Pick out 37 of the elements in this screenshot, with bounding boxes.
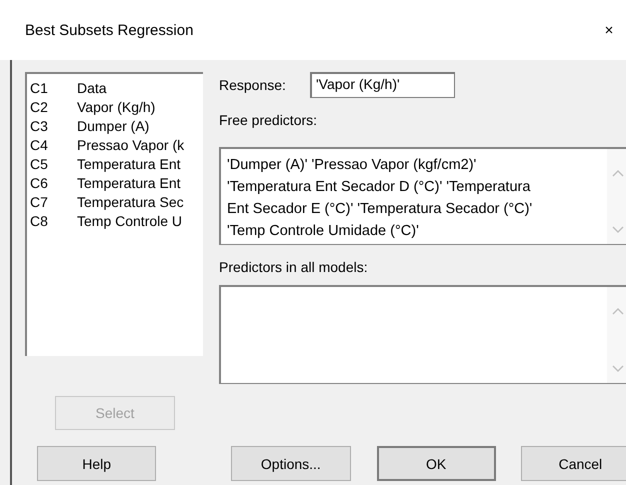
predictor-text-line: Ent Secador E (°C)' 'Temperatura Secador (°C)' <box>227 200 534 219</box>
cancel-button[interactable]: Cancel <box>520 446 626 481</box>
response-field[interactable]: 'Vapor (Kg/h)' <box>310 72 455 98</box>
column-id: C6 <box>30 174 49 190</box>
column-name: Temperatura Ent <box>77 174 180 190</box>
close-icon[interactable]: × <box>594 22 624 38</box>
column-id: C8 <box>30 212 49 228</box>
column-id: C1 <box>30 80 49 96</box>
help-button[interactable]: Help <box>37 446 156 481</box>
predictors-field[interactable] <box>219 285 626 384</box>
column-name: Temp Controle U <box>77 212 182 228</box>
column-list[interactable]: C1 Data C2 Vapor (Kg/h) C3 Dumper (A) C4 Pressao Vapor (k C5 Temperatura Ent C6 Temperatura Ent C7 Temperatura Sec C8 Temp Controle U <box>25 72 203 356</box>
column-name: Data <box>77 80 107 96</box>
scroll-down-icon[interactable] <box>612 365 624 373</box>
free-predictors-field[interactable]: 'Dumper (A)' 'Pressao Vapor (kgf/cm2)' 'Temperatura Ent Secador D (°C)' 'Temperatura Ent Secador E (°C)' 'Temperatura Secador (°C)' 'Temp Controle Umidade (°C)' <box>219 147 626 245</box>
predictors-label: Predictors in all models: <box>219 259 369 277</box>
column-name: Pressao Vapor (k <box>77 136 184 152</box>
scroll-up-icon[interactable] <box>612 307 624 315</box>
column-id: C5 <box>30 156 49 172</box>
predictor-text-line: 'Temp Controle Umidade (°C)' <box>227 222 420 241</box>
window-title: Best Subsets Regression <box>25 22 194 38</box>
column-name: Temperatura Sec <box>77 194 184 210</box>
column-id: C3 <box>30 118 49 134</box>
free-predictors-label: Free predictors: <box>219 112 318 130</box>
column-name: Vapor (Kg/h) <box>77 98 156 114</box>
column-name: Temperatura Ent <box>77 156 180 172</box>
scroll-up-icon[interactable] <box>612 169 624 177</box>
predictor-text-line: 'Dumper (A)' 'Pressao Vapor (kgf/cm2)' <box>227 156 478 175</box>
options-button[interactable]: Options... <box>231 446 350 481</box>
predictor-text-line: 'Temperatura Ent Secador D (°C)' 'Temperatura <box>227 178 532 197</box>
ok-button[interactable]: OK <box>376 446 496 481</box>
column-id: C7 <box>30 194 49 210</box>
response-label: Response: <box>219 77 287 93</box>
scroll-down-icon[interactable] <box>612 226 624 234</box>
column-name: Dumper (A) <box>77 118 150 134</box>
column-id: C2 <box>30 98 49 114</box>
column-id: C4 <box>30 136 49 152</box>
